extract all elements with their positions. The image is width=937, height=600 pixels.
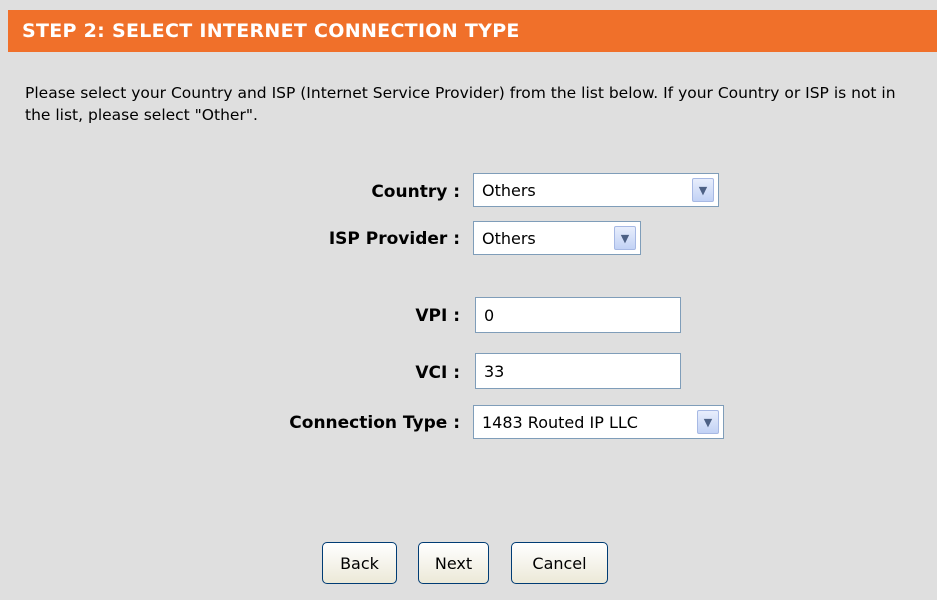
chevron-down-icon[interactable]: ▼ bbox=[614, 226, 636, 250]
connection-type-select[interactable]: 1483 Routed IP LLC ▼ bbox=[473, 405, 724, 439]
next-button[interactable]: Next bbox=[418, 542, 489, 584]
back-button[interactable]: Back bbox=[322, 542, 397, 584]
instructions-text: Please select your Country and ISP (Inte… bbox=[25, 84, 896, 124]
country-select[interactable]: Others ▼ bbox=[473, 173, 719, 207]
vci-label: VCI : bbox=[415, 363, 460, 383]
connection-type-select-value: 1483 Routed IP LLC bbox=[482, 412, 638, 432]
vpi-input[interactable] bbox=[475, 297, 681, 333]
chevron-down-icon[interactable]: ▼ bbox=[692, 178, 714, 202]
connection-type-label: Connection Type : bbox=[289, 413, 460, 433]
country-label: Country : bbox=[371, 182, 460, 202]
chevron-down-icon[interactable]: ▼ bbox=[697, 410, 719, 434]
country-select-value: Others bbox=[482, 180, 536, 200]
vci-input[interactable] bbox=[475, 353, 681, 389]
isp-provider-select[interactable]: Others ▼ bbox=[473, 221, 641, 255]
vpi-label: VPI : bbox=[415, 306, 460, 326]
isp-provider-select-value: Others bbox=[482, 228, 536, 248]
isp-provider-label: ISP Provider : bbox=[328, 229, 460, 249]
step-title: STEP 2: SELECT INTERNET CONNECTION TYPE bbox=[22, 20, 520, 42]
cancel-button[interactable]: Cancel bbox=[511, 542, 608, 584]
step-header: STEP 2: SELECT INTERNET CONNECTION TYPE bbox=[8, 10, 937, 52]
